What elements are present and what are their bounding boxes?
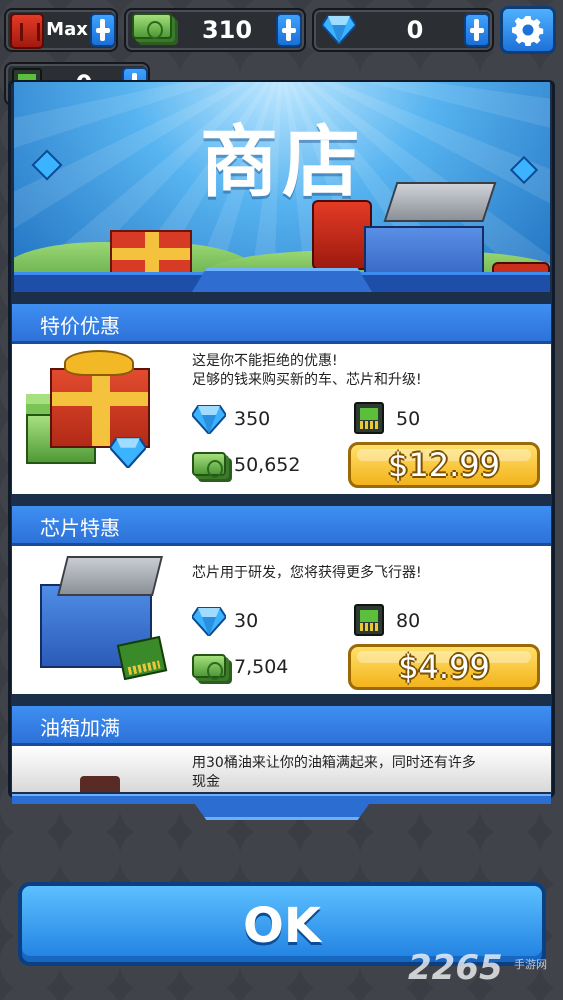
- gift-bow-icon: [64, 350, 134, 376]
- add-cash-button[interactable]: [276, 13, 302, 47]
- chip-icon: [116, 635, 168, 681]
- offer-body: 这是你不能拒绝的优惠! 足够的钱来购买新的车、芯片和升级! 350 50 50,…: [12, 344, 551, 494]
- cash-value: 310: [201, 16, 253, 44]
- add-gems-button[interactable]: [464, 13, 490, 47]
- gems-value: 0: [406, 16, 424, 44]
- offer-title: 油箱加满: [40, 716, 120, 740]
- price-label: $12.99: [388, 446, 500, 484]
- add-fuel-button[interactable]: [90, 13, 116, 47]
- buy-button[interactable]: $4.99: [348, 644, 540, 690]
- gems-counter: 0: [312, 8, 494, 52]
- offer-description-line: 足够的钱来购买新的车、芯片和升级!: [192, 372, 422, 388]
- offer-title: 芯片特惠: [40, 516, 120, 540]
- panel-bottom-tab: [192, 800, 372, 820]
- gear-icon: [512, 16, 544, 46]
- offer-card-special: 特价优惠 这是你不能拒绝的优惠! 足够的钱来购买新的车、芯片和升级! 350 5…: [12, 304, 551, 494]
- cash-icon: [192, 452, 226, 478]
- gems-amount: 30: [234, 610, 259, 632]
- gems-amount: 350: [234, 408, 271, 430]
- offer-description-line: 芯片用于研发，您将获得更多飞行器!: [192, 565, 422, 581]
- offer-header: 特价优惠: [12, 304, 551, 344]
- fuel-can-pile-icon: [312, 200, 372, 270]
- offer-header: 油箱加满: [12, 706, 551, 746]
- cash-amount: 7,504: [234, 656, 289, 678]
- diamond-icon: [108, 436, 148, 470]
- offer-body: 芯片用于研发，您将获得更多飞行器! 30 80 7,504 $4.99: [12, 546, 551, 694]
- offer-description-line: 用30桶油来让你的油箱满起来，同时还有许多: [192, 755, 476, 771]
- chip-icon: [354, 604, 384, 636]
- offer-description: 芯片用于研发，您将获得更多飞行器!: [192, 564, 422, 583]
- offer-description: 这是你不能拒绝的优惠! 足够的钱来购买新的车、芯片和升级!: [192, 352, 422, 390]
- crate-lid-icon: [57, 556, 163, 596]
- fuel-value: Max: [46, 19, 88, 40]
- chips-amount: 50: [396, 408, 421, 430]
- crate-lid-icon: [383, 182, 497, 222]
- fuel-counter: Max: [4, 8, 118, 52]
- fuel-can-icon: [80, 776, 120, 792]
- cash-icon: [192, 654, 226, 680]
- offer-description-line: 现金: [192, 774, 220, 790]
- buy-button[interactable]: $12.99: [348, 442, 540, 488]
- diamond-icon: [190, 404, 228, 436]
- chips-amount: 80: [396, 610, 421, 632]
- banner-tab: [192, 268, 372, 292]
- diamond-icon: [320, 14, 358, 46]
- price-label: $4.99: [398, 648, 490, 686]
- offer-body: 用30桶油来让你的油箱满起来，同时还有许多 现金: [12, 746, 551, 792]
- offer-card-fuel: 油箱加满 用30桶油来让你的油箱满起来，同时还有许多 现金: [12, 706, 551, 792]
- settings-button[interactable]: [500, 6, 556, 54]
- ok-label: OK: [243, 898, 321, 954]
- fuel-can-icon: [10, 13, 44, 49]
- offer-title: 特价优惠: [40, 314, 120, 338]
- watermark-subtext: 手游网: [514, 958, 547, 971]
- chip-icon: [354, 402, 384, 434]
- shop-banner: 商店: [14, 82, 550, 292]
- cash-amount: 50,652: [234, 454, 301, 476]
- offer-description-line: 这是你不能拒绝的优惠!: [192, 353, 338, 369]
- offer-description: 用30桶油来让你的油箱满起来，同时还有许多 现金: [192, 754, 476, 792]
- cash-icon: [132, 13, 172, 39]
- offer-card-chips: 芯片特惠 芯片用于研发，您将获得更多飞行器! 30 80 7,504 $4.99: [12, 506, 551, 694]
- diamond-icon: [190, 606, 228, 638]
- cash-counter: 310: [124, 8, 306, 52]
- offer-header: 芯片特惠: [12, 506, 551, 546]
- watermark-logo: 2265: [408, 948, 503, 988]
